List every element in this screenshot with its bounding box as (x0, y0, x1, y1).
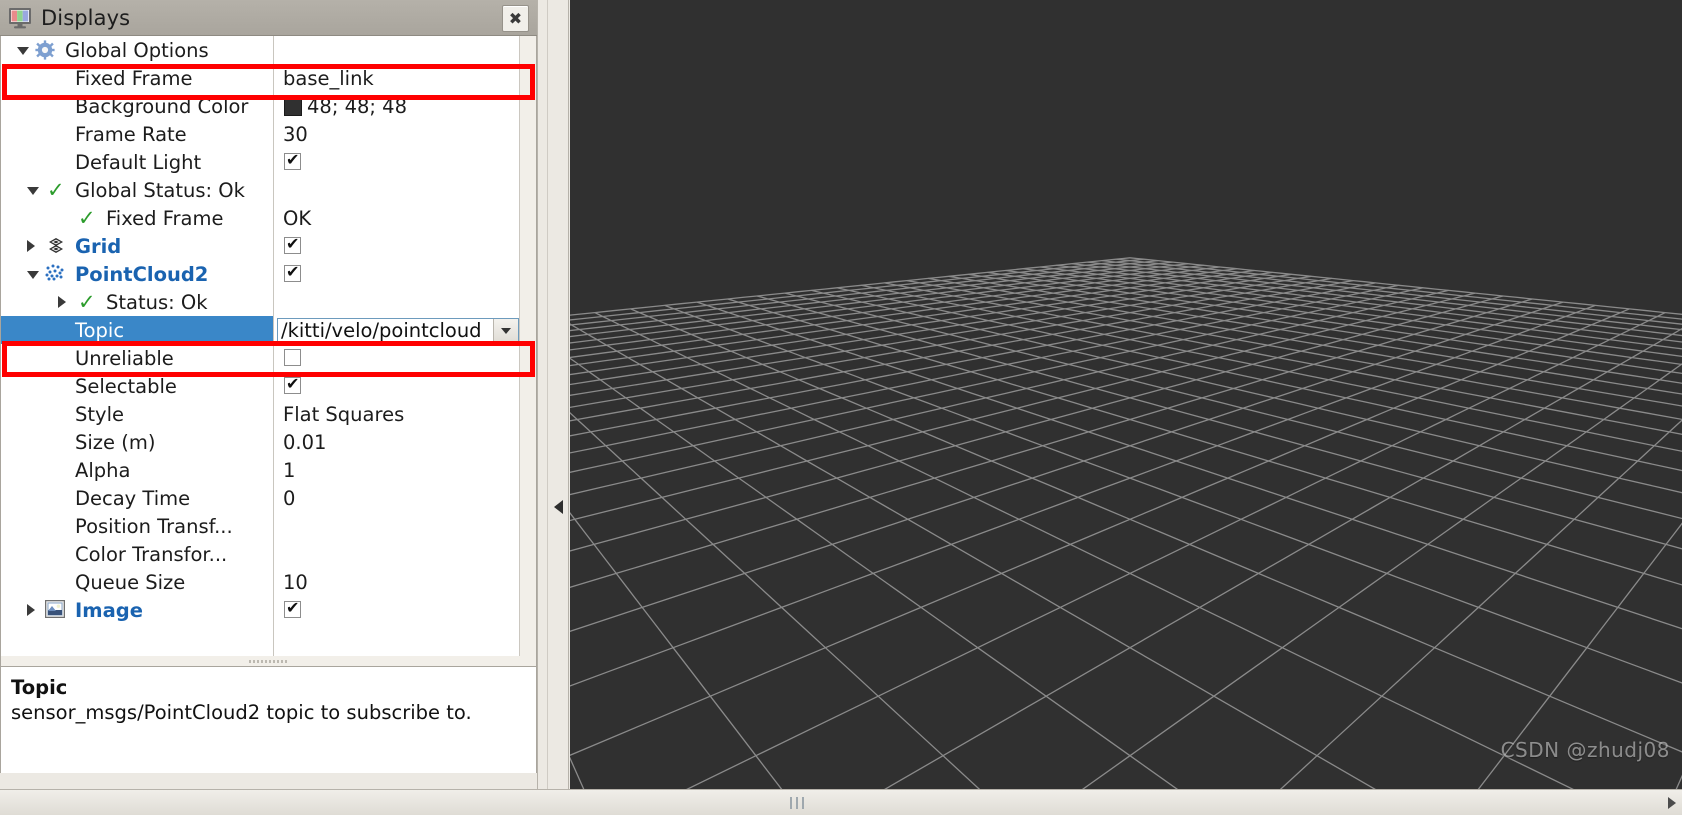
expander-down-icon[interactable] (27, 187, 39, 195)
row-checkbox[interactable] (284, 349, 301, 366)
tree-row-value: 10 (283, 570, 308, 594)
help-title: Topic (11, 676, 68, 699)
panel-collapse-handle[interactable] (547, 0, 569, 790)
tree-row[interactable]: Grid (1, 232, 521, 260)
watermark: CSDN @zhudj08 (1500, 738, 1670, 762)
expander-right-icon[interactable] (27, 240, 35, 252)
tree-row[interactable]: Topic /kitti/velo/pointcloud (1, 316, 519, 344)
chevron-down-icon[interactable] (493, 319, 518, 342)
tree-row-label: Alpha (75, 458, 131, 482)
pointcloud-icon (45, 264, 65, 287)
tree-row-label: Topic (75, 318, 125, 342)
close-icon[interactable]: ✖ (502, 5, 529, 32)
displays-tree[interactable]: Global Options Fixed Frame base_link Backgr… (0, 36, 537, 656)
help-body: sensor_msgs/PointCloud2 topic to subscri… (11, 701, 472, 724)
tree-row-label: Decay Time (75, 486, 191, 510)
3d-viewport[interactable]: CSDN @zhudj08 (570, 0, 1682, 790)
tree-row-label: Style (75, 402, 124, 426)
tree-row[interactable]: Global Options (1, 36, 521, 64)
color-swatch[interactable] (284, 98, 302, 116)
check-icon: ✓ (78, 290, 96, 314)
tree-row-label: Global Status: Ok (75, 178, 245, 202)
tree-row[interactable]: Fixed Frame base_link (1, 64, 521, 92)
tree-row[interactable]: PointCloud2 (1, 260, 521, 288)
tree-row-value: 0.01 (283, 430, 327, 454)
image-icon (45, 600, 65, 623)
tree-row[interactable]: Frame Rate 30 (1, 120, 521, 148)
scroll-right-arrow-icon[interactable] (1668, 797, 1676, 809)
tree-row-label: Queue Size (75, 570, 186, 594)
expander-down-icon[interactable] (27, 271, 39, 279)
tree-row[interactable]: Alpha 1 (1, 456, 521, 484)
tree-row-label: Selectable (75, 374, 177, 398)
row-checkbox[interactable] (284, 234, 301, 254)
grid-ground-plane (570, 257, 1682, 790)
displays-panel: Displays ✖ Global Options Fixed Frame base… (0, 0, 538, 795)
tree-row-label: Unreliable (75, 346, 174, 370)
tree-row-value: Flat Squares (283, 402, 405, 426)
tree-row[interactable]: Selectable (1, 372, 521, 400)
panel-splitter[interactable] (0, 656, 537, 666)
topic-value: /kitti/velo/pointcloud (281, 319, 482, 342)
tree-row[interactable]: ✓ Fixed Frame OK (1, 204, 521, 232)
row-checkbox[interactable] (284, 374, 301, 394)
tree-row[interactable]: Color Transfor... (1, 540, 521, 568)
tree-row-label: Status: Ok (106, 290, 208, 314)
displays-titlebar: Displays ✖ (0, 0, 537, 36)
tree-row[interactable]: Position Transf... (1, 512, 521, 540)
tree-row-label: PointCloud2 (75, 262, 209, 286)
collapse-arrow-icon (554, 500, 563, 514)
tree-row-value: 1 (283, 458, 296, 482)
tree-row-value: 30 (283, 122, 308, 146)
help-box: Topic sensor_msgs/PointCloud2 topic to s… (0, 666, 537, 776)
tree-row[interactable]: Queue Size 10 (1, 568, 521, 596)
row-checkbox[interactable] (284, 262, 301, 282)
tree-row[interactable]: ✓ Global Status: Ok (1, 176, 521, 204)
tree-row[interactable]: Decay Time 0 (1, 484, 521, 512)
tree-row[interactable]: Unreliable (1, 344, 521, 372)
monitor-icon (8, 7, 32, 29)
tree-row-label: Default Light (75, 150, 202, 174)
row-checkbox[interactable] (284, 598, 301, 618)
tree-row-label: Grid (75, 234, 122, 258)
tree-row-value: base_link (283, 66, 374, 90)
tree-row[interactable]: Background Color 48; 48; 48 (1, 92, 521, 120)
tree-row-label: Position Transf... (75, 514, 233, 538)
check-icon: ✓ (47, 178, 65, 202)
rviz-window: CSDN @zhudj08 Displays ✖ Global Options … (0, 0, 1682, 815)
bottom-status-bar (0, 789, 1682, 815)
tree-row[interactable]: Default Light (1, 148, 521, 176)
tree-row-label: Fixed Frame (75, 66, 193, 90)
tree-row-value: 48; 48; 48 (307, 94, 407, 118)
check-icon: ✓ (78, 206, 96, 230)
expander-right-icon[interactable] (27, 604, 35, 616)
topic-combobox[interactable]: /kitti/velo/pointcloud (277, 318, 519, 343)
expander-right-icon[interactable] (58, 296, 66, 308)
tree-row[interactable]: Image (1, 596, 521, 624)
tree-row-value: OK (283, 206, 312, 230)
tree-row-label: Color Transfor... (75, 542, 228, 566)
tree-scrollbar[interactable] (519, 36, 536, 656)
tree-row-label: Frame Rate (75, 122, 187, 146)
tree-row-label: Size (m) (75, 430, 156, 454)
tree-row-label: Image (75, 598, 143, 622)
tree-row-label: Background Color (75, 94, 249, 118)
tree-row-label: Global Options (65, 38, 209, 62)
tree-row-label: Fixed Frame (106, 206, 224, 230)
tree-row[interactable]: Size (m) 0.01 (1, 428, 521, 456)
horizontal-splitter-grip[interactable] (790, 797, 808, 809)
gear-icon (35, 40, 55, 65)
row-checkbox[interactable] (284, 150, 301, 170)
grid-icon (45, 236, 67, 259)
expander-down-icon[interactable] (17, 47, 29, 55)
tree-row[interactable]: Style Flat Squares (1, 400, 521, 428)
tree-row[interactable]: ✓ Status: Ok (1, 288, 521, 316)
tree-row-value: 0 (283, 486, 296, 510)
panel-title: Displays (41, 5, 131, 30)
